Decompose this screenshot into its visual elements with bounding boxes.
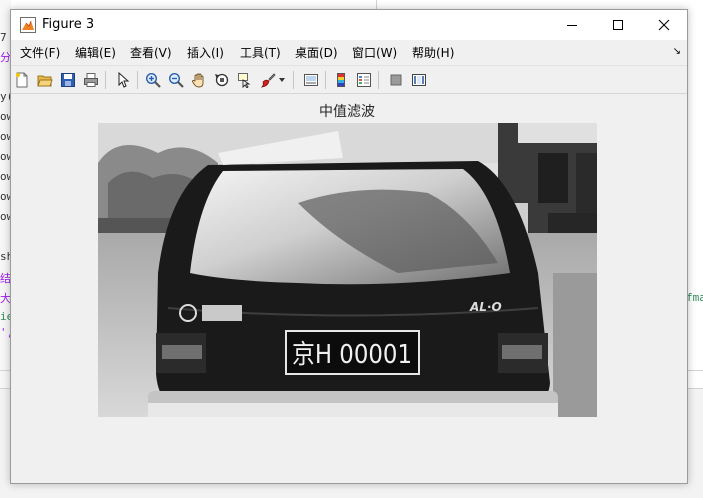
toolbar-separator	[325, 71, 326, 89]
maximize-icon	[613, 20, 623, 30]
menu-file[interactable]: 文件(F)	[20, 44, 60, 61]
insert-colorbar-icon	[337, 73, 345, 87]
link-plot-button[interactable]	[301, 70, 321, 90]
edit-plot-button[interactable]	[113, 70, 133, 90]
zoom-out-icon	[168, 72, 184, 88]
save-icon	[61, 73, 75, 87]
rotate-3d-icon	[215, 73, 229, 87]
edit-plot-arrow-icon	[118, 72, 130, 88]
print-icon	[84, 73, 98, 87]
brush-dropdown-button[interactable]	[277, 70, 287, 90]
car-badge: AL∙O	[469, 300, 502, 314]
figure-toolbar	[11, 65, 687, 94]
image-axes[interactable]: AL∙O 京H 00001	[98, 123, 597, 417]
matlab-figure-icon	[20, 17, 36, 33]
data-cursor-icon	[238, 73, 251, 88]
menu-overflow-icon[interactable]: ↘	[673, 46, 681, 57]
close-button[interactable]	[641, 10, 687, 40]
median-filtered-car-image: AL∙O 京H 00001	[98, 123, 597, 417]
zoom-in-icon	[145, 72, 161, 88]
brush-button[interactable]	[258, 70, 278, 90]
open-file-button[interactable]	[35, 70, 55, 90]
figure-window[interactable]: Figure 3 文件(F) 编辑(E) 查看(V) 插入(I) 工具(T) 桌…	[10, 9, 688, 484]
link-plot-icon	[304, 74, 318, 86]
open-file-icon	[37, 75, 53, 87]
menu-edit[interactable]: 编辑(E)	[75, 44, 116, 61]
zoom-in-button[interactable]	[143, 70, 163, 90]
minimize-button[interactable]	[549, 10, 595, 40]
maximize-button[interactable]	[595, 10, 641, 40]
toolbar-separator	[105, 71, 106, 89]
zoom-out-button[interactable]	[166, 70, 186, 90]
code-fragment: fma	[686, 291, 703, 304]
brush-icon	[260, 73, 276, 88]
new-figure-icon	[16, 72, 28, 88]
title-bar[interactable]: Figure 3	[11, 10, 687, 40]
print-button[interactable]	[81, 70, 101, 90]
window-title: Figure 3	[42, 17, 95, 32]
insert-legend-button[interactable]	[354, 70, 374, 90]
show-plot-tools-icon	[412, 74, 426, 86]
brush-dropdown-icon	[279, 78, 285, 82]
insert-colorbar-button[interactable]	[331, 70, 351, 90]
save-button[interactable]	[58, 70, 78, 90]
pan-button[interactable]	[189, 70, 209, 90]
axes-title: 中值滤波	[319, 104, 375, 120]
data-cursor-button[interactable]	[235, 70, 255, 90]
minimize-icon	[567, 25, 577, 26]
toolbar-separator	[378, 71, 379, 89]
close-icon	[658, 19, 670, 31]
new-figure-button[interactable]	[12, 70, 32, 90]
toolbar-separator	[293, 71, 294, 89]
code-fragment: 7	[0, 31, 7, 44]
license-plate-text: 京H 00001	[292, 340, 412, 370]
insert-legend-icon	[357, 73, 371, 87]
hide-plot-tools-icon	[390, 74, 402, 86]
pan-hand-icon	[192, 73, 204, 88]
menu-insert[interactable]: 插入(I)	[187, 44, 224, 61]
menu-view[interactable]: 查看(V)	[130, 44, 172, 61]
toolbar-separator	[137, 71, 138, 89]
menu-tools[interactable]: 工具(T)	[240, 44, 281, 61]
show-plot-tools-button[interactable]	[409, 70, 429, 90]
menu-bar: 文件(F) 编辑(E) 查看(V) 插入(I) 工具(T) 桌面(D) 窗口(W…	[11, 40, 687, 64]
rotate-3d-button[interactable]	[212, 70, 232, 90]
hide-plot-tools-button[interactable]	[386, 70, 406, 90]
menu-help[interactable]: 帮助(H)	[412, 44, 454, 61]
menu-window[interactable]: 窗口(W)	[352, 44, 397, 61]
menu-desktop[interactable]: 桌面(D)	[295, 44, 338, 61]
